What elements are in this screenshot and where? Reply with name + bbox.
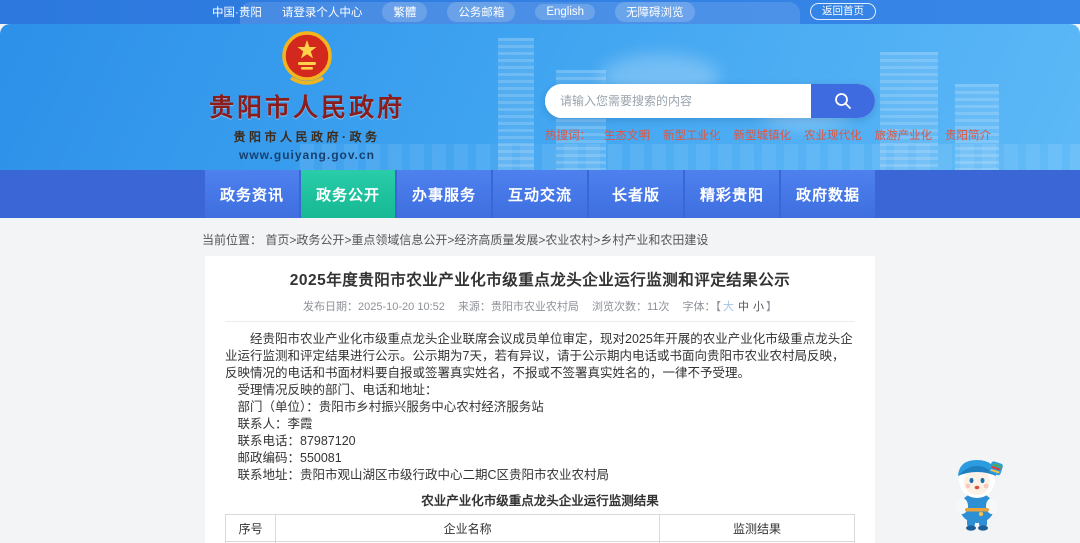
link-china-guiyang[interactable]: 中国·贵阳 <box>212 4 262 20</box>
link-english[interactable]: English <box>535 4 596 20</box>
topbar-links: 中国·贵阳 请登录个人中心 繁體 公务邮箱 English 无障碍浏览 <box>212 2 695 22</box>
hot-word-guiyang-intro[interactable]: 贵阳简介 <box>945 127 991 143</box>
nav-item-gov-data[interactable]: 政府数据 <box>781 170 875 218</box>
hot-search-label: 热搜词： <box>545 130 591 142</box>
header-result: 监测结果 <box>659 514 855 542</box>
paragraph: 受理情况反映的部门、电话和地址： <box>237 383 438 397</box>
skyline-strip <box>300 144 1080 170</box>
breadcrumb-path[interactable]: 首页>政务公开>重点领域信息公开>经济高质量发展>农业农村>乡村产业和农田建设 <box>265 233 708 247</box>
monitor-result-table: 序号 企业名称 监测结果 1 贵州合力超市采购有限公司 合格 2 贵州友禾种业有… <box>224 514 855 543</box>
hot-word-urbanization[interactable]: 新型城镇化 <box>734 127 792 143</box>
paragraph: 联系电话：87987120 <box>237 434 356 448</box>
nav-item-highlights[interactable]: 精彩贵阳 <box>685 170 779 218</box>
paragraph: 邮政编码：550081 <box>237 451 342 465</box>
search-input[interactable] <box>545 84 811 118</box>
hot-word-industrialization[interactable]: 新型工业化 <box>663 127 721 143</box>
nav-item-disclosure[interactable]: 政务公开 <box>301 170 395 218</box>
font-size-bracket: 】 <box>765 301 777 313</box>
nav-item-interaction[interactable]: 互动交流 <box>493 170 587 218</box>
article-body: 经贵阳市农业产业化市级重点龙头企业联席会议成员单位审定，现对2025年开展的农业… <box>225 331 855 484</box>
assistant-mascot[interactable] <box>945 452 1009 532</box>
return-home-button[interactable]: 返回首页 <box>810 3 876 20</box>
header-banner: 贵阳市人民政府 贵阳市人民政府·政务 www.guiyang.gov.cn 热搜… <box>0 24 1080 170</box>
link-accessibility[interactable]: 无障碍浏览 <box>615 2 695 22</box>
site-logo[interactable]: 贵阳市人民政府 贵阳市人民政府·政务 www.guiyang.gov.cn <box>202 30 412 162</box>
hot-word-agriculture[interactable]: 农业现代化 <box>804 127 862 143</box>
publish-date: 发布日期：2025-10-20 10:52 <box>303 301 445 313</box>
paragraph: 部门（单位）：贵阳市乡村振兴服务中心农村经济服务站 <box>237 400 544 414</box>
main-navigation: 政务资讯 政务公开 办事服务 互动交流 长者版 精彩贵阳 政府数据 <box>0 170 1080 218</box>
hot-word-ecology[interactable]: 生态文明 <box>604 127 650 143</box>
hot-search-row: 热搜词： 生态文明 新型工业化 新型城镇化 农业现代化 旅游产业化 贵阳简介 <box>545 127 991 143</box>
link-login-personal-center[interactable]: 请登录个人中心 <box>282 4 363 20</box>
hot-word-tourism[interactable]: 旅游产业化 <box>875 127 933 143</box>
site-title: 贵阳市人民政府 <box>208 94 405 122</box>
search-icon <box>835 93 851 109</box>
header-serial: 序号 <box>224 514 277 542</box>
font-size-label: 字体：【 <box>682 301 721 313</box>
article-source: 来源：贵阳市农业农村局 <box>457 301 579 313</box>
header-company: 企业名称 <box>275 514 660 542</box>
table-caption: 农业产业化市级重点龙头企业运行监测结果 <box>421 494 659 508</box>
font-size-large[interactable]: 大 <box>723 301 734 313</box>
article-meta: 发布日期：2025-10-20 10:52 来源：贵阳市农业农村局 浏览次数：1… <box>225 298 855 314</box>
article-card: 2025年度贵阳市农业产业化市级重点龙头企业运行监测和评定结果公示 发布日期：2… <box>205 256 875 543</box>
site-subtitle: 贵阳市人民政府·政务 <box>233 130 381 144</box>
national-emblem-icon <box>282 31 332 85</box>
meta-divider <box>225 321 855 322</box>
table-header-row: 序号 企业名称 监测结果 <box>224 514 855 542</box>
paragraph: 联系人：李霞 <box>237 417 313 431</box>
nav-item-news[interactable]: 政务资讯 <box>205 170 299 218</box>
search-button[interactable] <box>811 84 875 118</box>
nav-item-senior-version[interactable]: 长者版 <box>589 170 683 218</box>
top-utility-bar: 中国·贵阳 请登录个人中心 繁體 公务邮箱 English 无障碍浏览 返回首页 <box>0 0 1080 24</box>
site-url: www.guiyang.gov.cn <box>238 148 375 162</box>
paragraph: 经贵阳市农业产业化市级重点龙头企业联席会议成员单位审定，现对2025年开展的农业… <box>225 332 853 380</box>
search-area: 热搜词： 生态文明 新型工业化 新型城镇化 农业现代化 旅游产业化 贵阳简介 <box>545 84 991 143</box>
breadcrumb: 当前位置： 首页>政务公开>重点领域信息公开>经济高质量发展>农业农村>乡村产业… <box>202 231 708 248</box>
link-traditional-chinese[interactable]: 繁體 <box>382 2 428 22</box>
breadcrumb-label: 当前位置： <box>202 233 263 247</box>
nav-item-services[interactable]: 办事服务 <box>397 170 491 218</box>
link-official-mail[interactable]: 公务邮箱 <box>447 2 516 22</box>
font-size-medium[interactable]: 中 <box>738 301 749 313</box>
mascot-icon <box>956 460 1003 531</box>
page-title: 2025年度贵阳市农业产业化市级重点龙头企业运行监测和评定结果公示 <box>289 272 791 289</box>
paragraph: 联系地址：贵阳市观山湖区市级行政中心二期C区贵阳市农业农村局 <box>237 468 610 482</box>
font-size-small[interactable]: 小 <box>753 301 764 313</box>
view-count: 浏览次数：11次 <box>592 301 670 313</box>
